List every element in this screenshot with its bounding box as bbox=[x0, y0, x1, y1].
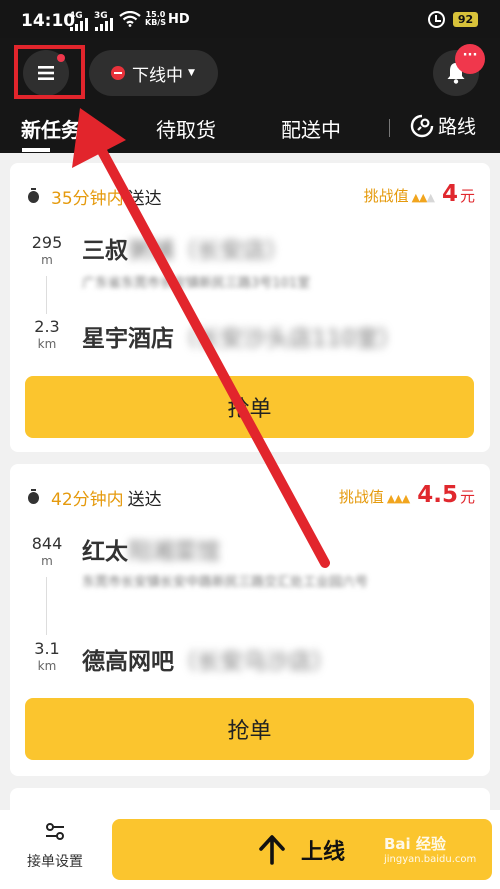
signal-bars-icon bbox=[70, 17, 88, 31]
eta-suffix: 送达 bbox=[127, 490, 162, 510]
hd-indicator: HD bbox=[168, 12, 190, 27]
grab-order-button[interactable]: 抢单 bbox=[25, 698, 474, 760]
pickup-distance: 844 m bbox=[31, 534, 63, 568]
price-unit: 元 bbox=[459, 187, 475, 205]
pickup-address: 东莞市长安镇长安中路新民三路交汇处工业园六号 bbox=[82, 575, 369, 590]
price-unit: 元 bbox=[459, 488, 475, 506]
tab-divider bbox=[389, 119, 390, 137]
work-status-label: 下线中 bbox=[132, 65, 183, 86]
work-status-dropdown[interactable]: 下线中 ▼ bbox=[89, 50, 218, 96]
route-label: 路线 bbox=[438, 116, 477, 138]
tab-new-tasks[interactable]: 新任务 bbox=[21, 114, 81, 143]
status-bar: 14:10 4G 3G 15.0 KB/S HD 92 bbox=[0, 0, 500, 38]
network-speed: 15.0 KB/S bbox=[145, 10, 166, 27]
tab-awaiting-pickup[interactable]: 待取货 bbox=[156, 114, 216, 143]
wifi-icon bbox=[119, 11, 141, 27]
stopwatch-icon bbox=[28, 488, 39, 504]
app-header: 下线中 ▼ ··· 新任务 待取货 配送中 路线 bbox=[0, 38, 500, 153]
settings-sliders-icon bbox=[46, 823, 64, 840]
battery-indicator: 92 bbox=[453, 12, 478, 27]
signal-bars-icon bbox=[95, 17, 113, 31]
drop-destination-name: 德高网吧（长安乌沙店） bbox=[82, 649, 335, 675]
route-button[interactable]: 路线 bbox=[410, 112, 476, 139]
stopwatch-icon bbox=[28, 187, 39, 203]
notification-badge: ··· bbox=[455, 44, 485, 74]
order-card[interactable]: 42分钟内 送达 挑战值 ▲▲▲ 4.5 元 844 m 红太阳湘菜馆 东莞市长… bbox=[10, 464, 490, 776]
delivery-eta: 35分钟内 送达 bbox=[28, 184, 162, 209]
pickup-distance: 295 m bbox=[31, 233, 63, 267]
pickup-address: 广东省东莞市长安镇新民三路3号101室 bbox=[82, 276, 311, 291]
route-line bbox=[46, 276, 47, 314]
watermark: Bai 经验 jingyan.baidu.com bbox=[384, 835, 477, 865]
pickup-store-name: 红太阳湘菜馆 bbox=[82, 539, 220, 565]
order-settings-label: 接单设置 bbox=[27, 854, 83, 870]
eta-minutes: 42分钟内 bbox=[51, 490, 124, 510]
challenge-value: 挑战值 ▲▲▲ 4.5 元 bbox=[339, 482, 475, 508]
alarm-icon bbox=[428, 11, 445, 28]
challenge-label: 挑战值 bbox=[363, 187, 409, 205]
order-tabs: 新任务 待取货 配送中 路线 bbox=[0, 108, 500, 153]
drop-distance: 3.1 km bbox=[34, 639, 60, 673]
offline-icon bbox=[111, 66, 125, 80]
route-map-icon bbox=[410, 114, 434, 137]
eta-suffix: 送达 bbox=[127, 189, 162, 209]
pickup-store-name: 三叔粥铺（长安店） bbox=[82, 238, 289, 264]
drop-distance: 2.3 km bbox=[34, 317, 60, 351]
status-time: 14:10 bbox=[21, 11, 76, 31]
annotation-highlight-box bbox=[14, 45, 85, 99]
challenge-label: 挑战值 bbox=[338, 488, 384, 506]
route-line bbox=[46, 577, 47, 635]
order-card[interactable]: 35分钟内 送达 挑战值 ▲▲▲ 4 元 295 m 三叔粥铺（长安店） 广东省… bbox=[10, 163, 490, 452]
arrow-up-icon bbox=[259, 834, 285, 865]
drop-destination-name: 星宇酒店（长安沙头店110室） bbox=[82, 326, 402, 352]
order-settings-button[interactable]: 接单设置 bbox=[15, 822, 95, 871]
grab-order-button[interactable]: 抢单 bbox=[25, 376, 474, 438]
tab-delivering[interactable]: 配送中 bbox=[281, 114, 341, 143]
active-tab-indicator bbox=[22, 148, 50, 152]
challenge-arrows-icon: ▲▲▲ bbox=[386, 492, 410, 505]
challenge-arrows-icon: ▲▲▲ bbox=[411, 191, 435, 204]
eta-minutes: 35分钟内 bbox=[51, 189, 124, 209]
delivery-eta: 42分钟内 送达 bbox=[28, 485, 162, 510]
caret-down-icon: ▼ bbox=[188, 68, 195, 78]
challenge-value: 挑战值 ▲▲▲ 4 元 bbox=[364, 181, 475, 207]
go-online-label: 上线 bbox=[300, 839, 345, 865]
order-price: 4 bbox=[441, 181, 458, 207]
order-price: 4.5 bbox=[417, 482, 458, 508]
